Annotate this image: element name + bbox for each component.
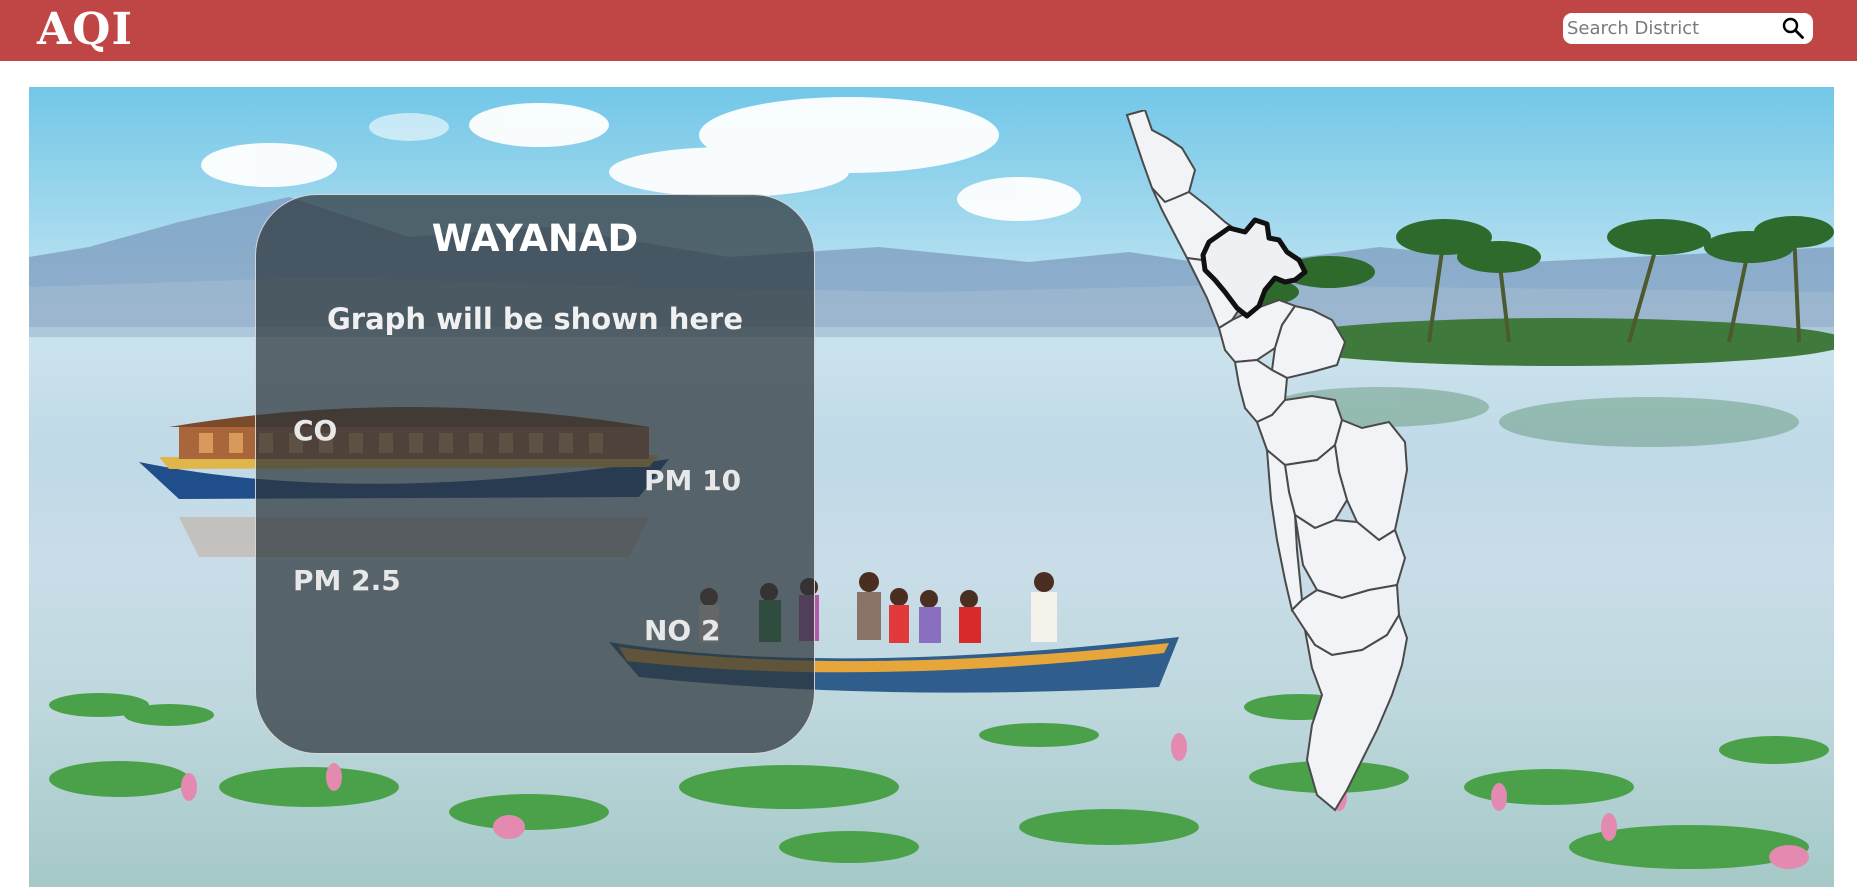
search-icon[interactable] bbox=[1781, 16, 1805, 40]
pollutant-no2-label: NO 2 bbox=[644, 614, 721, 647]
pollutant-co-label: CO bbox=[293, 414, 338, 447]
district-name: WAYANAD bbox=[431, 217, 639, 260]
district-kasaragod[interactable] bbox=[1125, 110, 1197, 204]
search-box bbox=[1563, 13, 1813, 44]
pollutant-pm10-label: PM 10 bbox=[644, 464, 742, 497]
top-navbar: AQI bbox=[0, 0, 1857, 61]
pollutant-pm25-label: PM 2.5 bbox=[293, 564, 401, 597]
hero-background: WAYANAD Graph will be shown here CO PM 1… bbox=[29, 87, 1834, 887]
search-district-input[interactable] bbox=[1567, 14, 1772, 43]
district-info-card: WAYANAD Graph will be shown here CO PM 1… bbox=[255, 194, 815, 754]
brand-logo[interactable]: AQI bbox=[37, 4, 133, 55]
kerala-district-map bbox=[1125, 110, 1409, 812]
graph-placeholder: Graph will be shown here bbox=[326, 302, 744, 336]
